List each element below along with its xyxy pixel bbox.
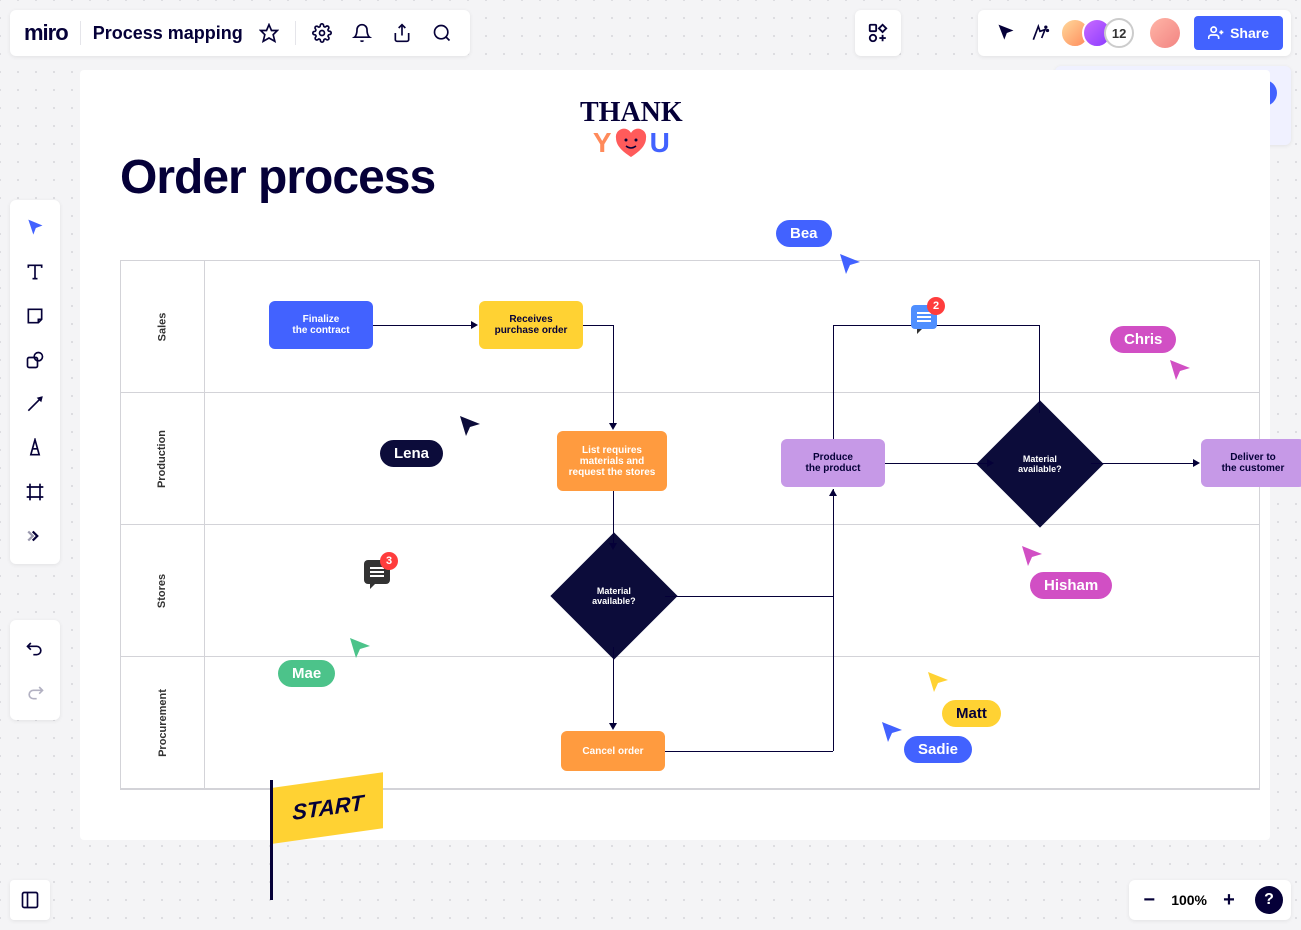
node-produce[interactable]: Produce the product <box>781 439 885 487</box>
cursor-pointer-icon <box>458 414 480 438</box>
share-button[interactable]: Share <box>1194 16 1283 50</box>
lane-label: Stores <box>157 573 169 607</box>
export-icon[interactable] <box>388 19 416 47</box>
node-receives[interactable]: Receives purchase order <box>479 301 583 349</box>
swimlane-diagram[interactable]: Sales Production Stores Procurement Fina… <box>120 260 1260 790</box>
lane-label: Sales <box>157 312 169 341</box>
topbar: miro Process mapping <box>10 10 470 56</box>
apps-button[interactable] <box>855 10 901 56</box>
zoom-level[interactable]: 100% <box>1171 892 1207 908</box>
avatar-overflow[interactable]: 12 <box>1104 18 1134 48</box>
comment-icon[interactable]: 3 <box>364 560 390 584</box>
thank-you-sticker[interactable]: THANK Y U <box>580 100 683 159</box>
divider <box>80 21 81 45</box>
zoom-in-button[interactable]: + <box>1217 888 1241 912</box>
page-title[interactable]: Order process <box>120 150 435 205</box>
node-deliver[interactable]: Deliver to the customer <box>1201 439 1301 487</box>
cursor-pointer-icon <box>1020 544 1042 568</box>
divider <box>295 21 296 45</box>
text-tool[interactable] <box>15 252 55 292</box>
canvas-frame[interactable]: Order process THANK Y U Sales Production… <box>80 70 1270 840</box>
settings-icon[interactable] <box>308 19 336 47</box>
toolbox <box>10 200 60 564</box>
cursor-pointer-icon <box>348 636 370 660</box>
pen-tool[interactable] <box>15 428 55 468</box>
reactions-icon[interactable] <box>1026 19 1054 47</box>
comment-icon[interactable]: 2 <box>911 305 937 329</box>
lane-label: Procurement <box>156 689 168 757</box>
cursor-lena: Lena <box>380 440 443 467</box>
sticker-text: Y <box>593 127 612 159</box>
undo-button[interactable] <box>15 628 55 668</box>
avatar-self[interactable] <box>1150 18 1180 48</box>
collab-bar: 12 Share <box>978 10 1291 56</box>
node-cancel[interactable]: Cancel order <box>561 731 665 771</box>
zoom-out-button[interactable]: − <box>1137 888 1161 912</box>
history-toolbox <box>10 620 60 720</box>
star-icon[interactable] <box>255 19 283 47</box>
cursor-matt: Matt <box>942 700 1001 727</box>
cursor-pointer-icon <box>1168 358 1190 382</box>
frame-tool[interactable] <box>15 472 55 512</box>
redo-button[interactable] <box>15 672 55 712</box>
node-finalize[interactable]: Finalize the contract <box>269 301 373 349</box>
cursor-hisham: Hisham <box>1030 572 1112 599</box>
cursor-mode-icon[interactable] <box>992 19 1020 47</box>
bell-icon[interactable] <box>348 19 376 47</box>
cursor-pointer-icon <box>926 670 948 694</box>
cursor-mae: Mae <box>278 660 335 687</box>
node-list[interactable]: List requires materials and request the … <box>557 431 667 491</box>
more-tools[interactable] <box>15 516 55 556</box>
zoom-controls: − 100% + ? <box>1129 880 1291 920</box>
miro-logo[interactable]: miro <box>24 20 68 46</box>
cursor-pointer-icon <box>880 720 902 744</box>
help-button[interactable]: ? <box>1255 886 1283 914</box>
cursor-sadie: Sadie <box>904 736 972 763</box>
lane-label: Production <box>157 429 169 487</box>
start-flag-sticker[interactable]: START <box>270 780 273 900</box>
comment-badge: 2 <box>927 297 945 315</box>
shape-tool[interactable] <box>15 340 55 380</box>
frames-panel-button[interactable] <box>10 880 50 920</box>
comment-badge: 3 <box>380 552 398 570</box>
cursor-chris: Chris <box>1110 326 1176 353</box>
cursor-bea: Bea <box>776 220 832 247</box>
board-title[interactable]: Process mapping <box>93 23 243 44</box>
sticker-text: THANK <box>580 100 683 125</box>
sticky-tool[interactable] <box>15 296 55 336</box>
avatar-stack[interactable]: 12 <box>1068 18 1134 48</box>
search-icon[interactable] <box>428 19 456 47</box>
select-tool[interactable] <box>15 208 55 248</box>
sticker-text: U <box>650 127 670 159</box>
line-tool[interactable] <box>15 384 55 424</box>
share-label: Share <box>1230 25 1269 41</box>
cursor-pointer-icon <box>838 252 860 276</box>
